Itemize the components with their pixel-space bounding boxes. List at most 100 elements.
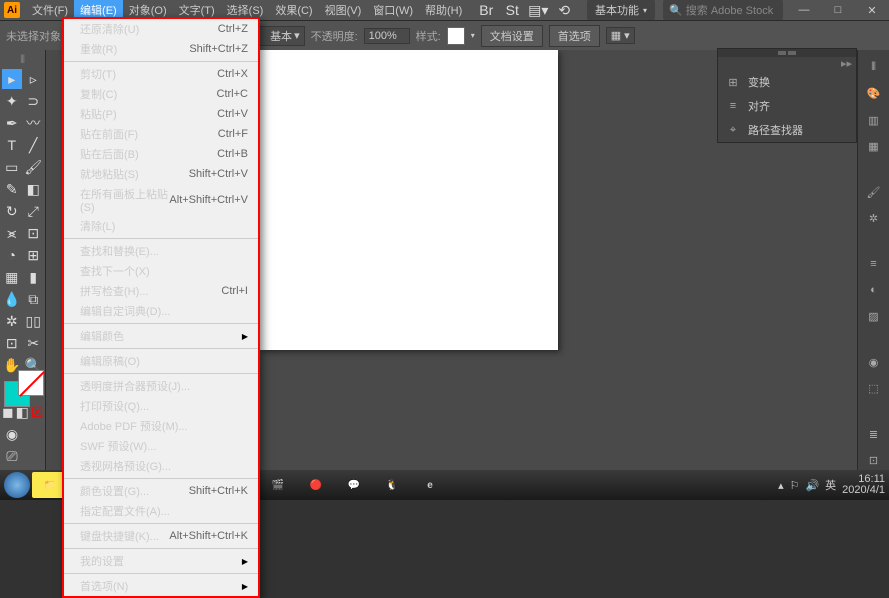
- menuitem-编辑自定词典D[interactable]: 编辑自定词典(D)...: [64, 301, 258, 321]
- tray-expand-icon[interactable]: ▴: [778, 479, 784, 492]
- gradient-tool[interactable]: ▮: [24, 267, 44, 287]
- eraser-tool[interactable]: ◧: [24, 179, 44, 199]
- bridge-icon[interactable]: Br: [476, 0, 496, 20]
- column-graph-tool[interactable]: ▯▯: [24, 311, 44, 331]
- panel-shortcut-对齐[interactable]: ≡对齐: [718, 94, 856, 118]
- collapse-icon[interactable]: ⫴: [864, 58, 884, 76]
- shape-builder-tool[interactable]: ◔: [2, 245, 22, 265]
- line-tool[interactable]: ╱: [24, 135, 44, 155]
- search-input[interactable]: 🔍 搜索 Adobe Stock: [663, 0, 783, 20]
- ime-icon[interactable]: 英: [825, 477, 836, 493]
- color-panel-icon[interactable]: 🎨: [864, 84, 884, 102]
- menuitem-还原清除U[interactable]: 还原清除(U)Ctrl+Z: [64, 19, 258, 39]
- menuitem-Adobe PDF 预设M[interactable]: Adobe PDF 预设(M)...: [64, 416, 258, 436]
- graphic-styles-panel-icon[interactable]: ⬚: [864, 380, 884, 398]
- scale-tool[interactable]: ⤢: [24, 201, 44, 221]
- menuitem-我的设置[interactable]: 我的设置: [64, 551, 258, 571]
- gradient-panel-icon[interactable]: ◐: [864, 281, 884, 299]
- start-button[interactable]: [4, 472, 30, 498]
- minimize-button[interactable]: —: [791, 1, 817, 19]
- rotate-tool[interactable]: ↻: [2, 201, 22, 221]
- media-icon[interactable]: 🎬: [260, 472, 296, 498]
- type-tool[interactable]: T: [2, 135, 22, 155]
- transparency-panel-icon[interactable]: ▨: [864, 308, 884, 326]
- menuitem-颜色设置G[interactable]: 颜色设置(G)...Shift+Ctrl+K: [64, 481, 258, 501]
- menuitem-透明度拼合器预设J[interactable]: 透明度拼合器预设(J)...: [64, 376, 258, 396]
- menuitem-首选项N[interactable]: 首选项(N): [64, 576, 258, 596]
- perspective-tool[interactable]: ⊞: [24, 245, 44, 265]
- system-tray[interactable]: ▴ ⚐ 🔊 英 16:11 2020/4/1: [778, 474, 885, 496]
- style-swatch[interactable]: [447, 27, 465, 45]
- arrange-icon[interactable]: ▤▾: [528, 0, 548, 20]
- artboards-panel-icon[interactable]: ⊡: [864, 452, 884, 470]
- menuitem-打印预设Q[interactable]: 打印预设(Q)...: [64, 396, 258, 416]
- fill-stroke-swatches[interactable]: [4, 381, 44, 396]
- opacity-input[interactable]: 100%: [364, 28, 410, 44]
- swatches-panel-icon[interactable]: ▦: [864, 137, 884, 155]
- gpu-icon[interactable]: ⟲: [554, 0, 574, 20]
- direct-selection-tool[interactable]: ▹: [24, 69, 44, 89]
- panel-shortcut-路径查找器[interactable]: ⌖路径查找器: [718, 118, 856, 142]
- menuitem-透视网格预设G[interactable]: 透视网格预设(G)...: [64, 456, 258, 476]
- stroke-panel-icon[interactable]: ≡: [864, 255, 884, 273]
- volume-icon[interactable]: 🔊: [805, 479, 819, 492]
- artboard-tool[interactable]: ⊡: [2, 333, 22, 353]
- appearance-panel-icon[interactable]: ◉: [864, 353, 884, 371]
- symbol-sprayer-tool[interactable]: ✲: [2, 311, 22, 331]
- panel-collapse-icon[interactable]: ▸▸: [718, 57, 856, 70]
- menuitem-复制C[interactable]: 复制(C)Ctrl+C: [64, 84, 258, 104]
- menuitem-键盘快捷键K[interactable]: 键盘快捷键(K)...Alt+Shift+Ctrl+K: [64, 526, 258, 546]
- menuitem-在所有画板上粘贴S[interactable]: 在所有画板上粘贴(S)Alt+Shift+Ctrl+V: [64, 184, 258, 216]
- paintbrush-tool[interactable]: 🖌: [24, 157, 44, 177]
- slice-tool[interactable]: ✂: [24, 333, 44, 353]
- lasso-tool[interactable]: ⊃: [24, 91, 44, 111]
- menu-窗口w[interactable]: 窗口(W): [367, 0, 419, 21]
- eyedropper-tool[interactable]: 💧: [2, 289, 22, 309]
- none-mode-icon[interactable]: ☒: [31, 402, 44, 422]
- app-icon[interactable]: 🔴: [298, 472, 334, 498]
- menuitem-指定配置文件A[interactable]: 指定配置文件(A)...: [64, 501, 258, 521]
- close-button[interactable]: ✕: [859, 1, 885, 19]
- menuitem-编辑颜色[interactable]: 编辑颜色: [64, 326, 258, 346]
- rectangle-tool[interactable]: ▭: [2, 157, 22, 177]
- blend-tool[interactable]: ⧉: [24, 289, 44, 309]
- symbols-panel-icon[interactable]: ✲: [864, 209, 884, 227]
- pen-tool[interactable]: ✒: [2, 113, 22, 133]
- ie-icon[interactable]: e: [412, 472, 448, 498]
- qq-icon[interactable]: 🐧: [374, 472, 410, 498]
- stock-icon[interactable]: St: [502, 0, 522, 20]
- shaper-tool[interactable]: ✎: [2, 179, 22, 199]
- width-tool[interactable]: ⪤: [2, 223, 22, 243]
- artboard[interactable]: [260, 50, 558, 350]
- panel-grip-icon[interactable]: [718, 49, 856, 57]
- menuitem-粘贴P[interactable]: 粘贴(P)Ctrl+V: [64, 104, 258, 124]
- prefs-button[interactable]: 首选项: [549, 25, 600, 47]
- align-select[interactable]: ▦ ▾: [606, 27, 635, 44]
- menuitem-就地粘贴S[interactable]: 就地粘贴(S)Shift+Ctrl+V: [64, 164, 258, 184]
- draw-mode-icon[interactable]: ◉: [2, 424, 22, 444]
- menu-视图v[interactable]: 视图(V): [319, 0, 368, 21]
- menuitem-贴在前面F[interactable]: 贴在前面(F)Ctrl+F: [64, 124, 258, 144]
- menu-效果c[interactable]: 效果(C): [269, 0, 318, 21]
- free-transform-tool[interactable]: ⊡: [24, 223, 44, 243]
- screen-mode-icon[interactable]: ⎚: [2, 446, 22, 466]
- selection-tool[interactable]: ▸: [2, 69, 22, 89]
- menuitem-拼写检查H[interactable]: 拼写检查(H)...Ctrl+I: [64, 281, 258, 301]
- panel-shortcut-变换[interactable]: ⊞变换: [718, 70, 856, 94]
- curvature-tool[interactable]: 〰: [24, 113, 44, 133]
- workspace-switcher[interactable]: 基本功能 ▾: [587, 0, 655, 20]
- menuitem-剪切T[interactable]: 剪切(T)Ctrl+X: [64, 64, 258, 84]
- menuitem-查找和替换E[interactable]: 查找和替换(E)...: [64, 241, 258, 261]
- menu-帮助h[interactable]: 帮助(H): [419, 0, 468, 21]
- layers-panel-icon[interactable]: ≣: [864, 425, 884, 443]
- stroke-swatch[interactable]: [18, 370, 44, 396]
- action-center-icon[interactable]: ⚐: [790, 479, 800, 492]
- magic-wand-tool[interactable]: ✦: [2, 91, 22, 111]
- chat-icon[interactable]: 💬: [336, 472, 372, 498]
- doc-setup-button[interactable]: 文档设置: [481, 25, 543, 47]
- color-guide-panel-icon[interactable]: ▥: [864, 111, 884, 129]
- maximize-button[interactable]: □: [825, 1, 851, 19]
- menuitem-SWF 预设W[interactable]: SWF 预设(W)...: [64, 436, 258, 456]
- mesh-tool[interactable]: ▦: [2, 267, 22, 287]
- menuitem-贴在后面B[interactable]: 贴在后面(B)Ctrl+B: [64, 144, 258, 164]
